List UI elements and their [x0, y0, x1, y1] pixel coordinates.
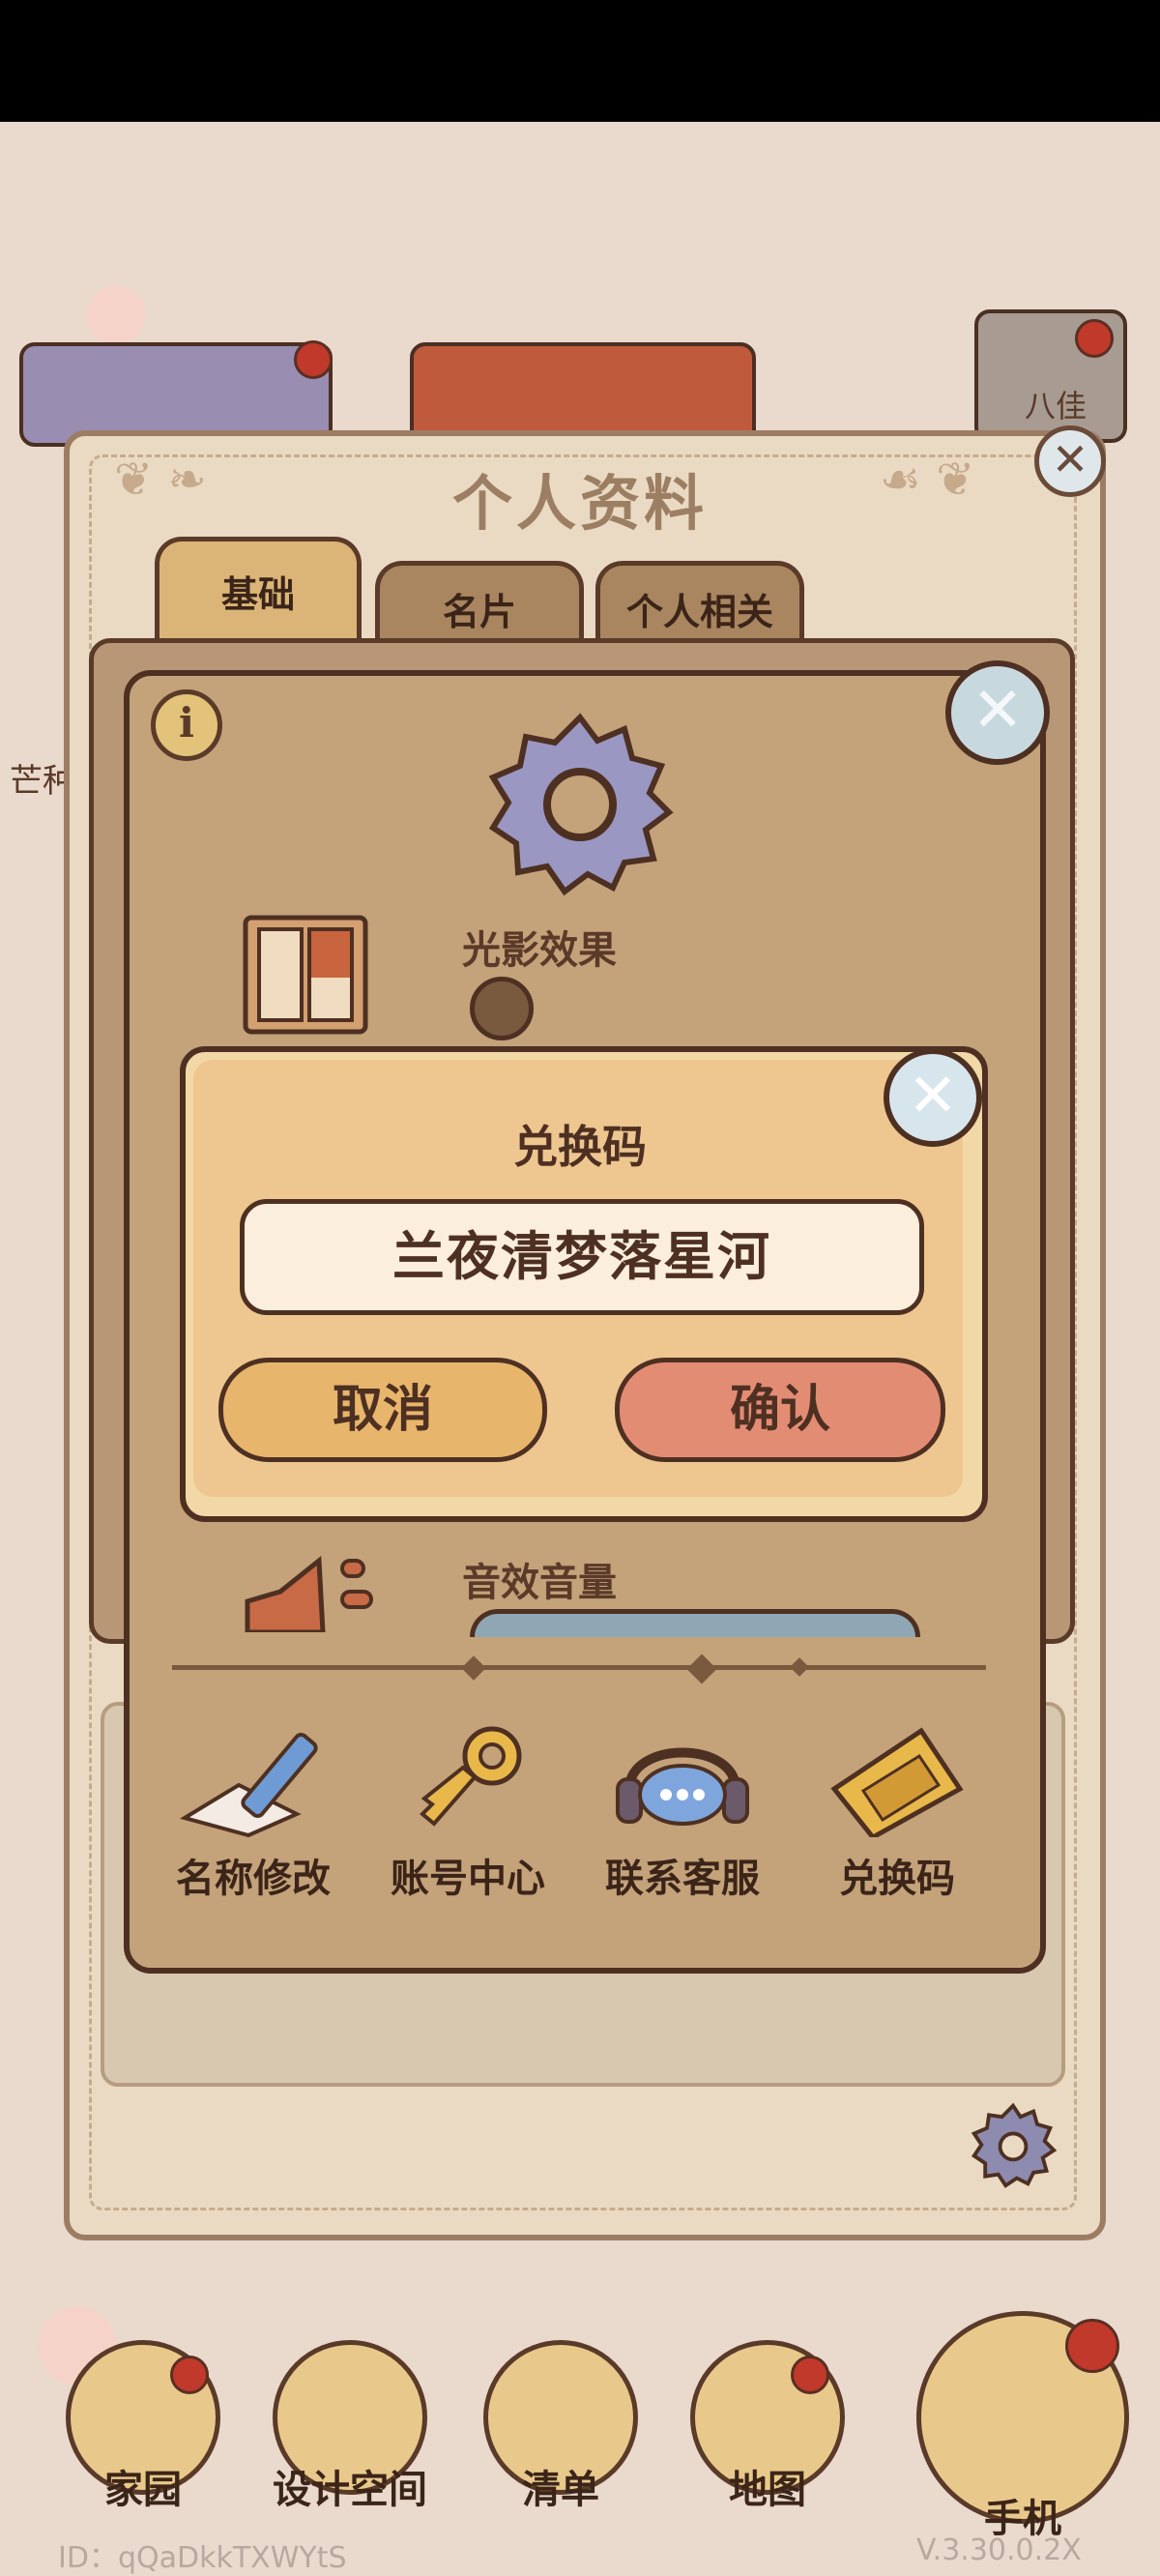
- sfx-volume-label: 音效音量: [462, 1561, 617, 1605]
- settings-shortcut-icon[interactable]: [967, 2098, 1059, 2195]
- nav-label: 地图: [729, 2468, 806, 2512]
- confirm-button[interactable]: 确认: [615, 1358, 945, 1462]
- key-icon: [420, 1726, 522, 1827]
- tab-label: 个人相关: [625, 591, 773, 633]
- user-id-text: ID：qQaDkkTXWYtS: [58, 2541, 347, 2575]
- notification-dot: [1065, 2319, 1119, 2373]
- nav-label: 家园: [104, 2468, 182, 2512]
- lighting-effect-label: 光影效果: [462, 928, 617, 973]
- tab-basic[interactable]: 基础: [155, 537, 362, 648]
- nav-design-space[interactable]: 设计空间: [273, 2340, 427, 2514]
- cancel-button[interactable]: 取消: [218, 1358, 547, 1462]
- sound-speaker-icon: [242, 1553, 377, 1636]
- pencil-paper-icon: [179, 1732, 318, 1838]
- action-label: 兑换码: [839, 1857, 955, 1901]
- window-shutter-icon: [242, 914, 369, 1039]
- headset-chat-icon: [616, 1747, 749, 1826]
- tab-label: 基础: [220, 573, 295, 616]
- nav-label: 清单: [522, 2468, 599, 2512]
- notification-dot: [1075, 319, 1114, 358]
- customer-service-button[interactable]: 联系客服: [586, 1721, 779, 1903]
- hud-label-right: 八佳: [1025, 388, 1088, 424]
- settings-close-icon[interactable]: ✕: [945, 660, 1050, 765]
- action-label: 名称修改: [176, 1857, 331, 1901]
- dialog-title: 兑换码: [513, 1121, 647, 1173]
- title-ornament-left: ❦ ❧: [114, 453, 207, 507]
- info-icon[interactable]: i: [151, 689, 222, 761]
- sfx-volume-slider[interactable]: [470, 1609, 920, 1637]
- lighting-effect-toggle[interactable]: [470, 977, 534, 1040]
- version-text: V.3.30.0.2X: [916, 2533, 1082, 2567]
- nav-list[interactable]: 清单: [483, 2340, 638, 2514]
- notification-dot: [294, 340, 333, 379]
- nav-label: 设计空间: [273, 2468, 427, 2512]
- action-label: 账号中心: [391, 1857, 545, 1901]
- settings-gear-icon: [483, 706, 677, 903]
- notification-dot: [791, 2356, 829, 2394]
- status-bar: [0, 0, 1160, 122]
- panel-title: 个人资料: [451, 468, 708, 539]
- panel-close-icon[interactable]: ✕: [1034, 425, 1106, 497]
- notification-dot: [170, 2356, 209, 2394]
- redeem-code-button[interactable]: 兑换码: [800, 1721, 994, 1903]
- dialog-close-icon[interactable]: ✕: [884, 1048, 982, 1147]
- rename-button[interactable]: 名称修改: [157, 1721, 350, 1903]
- redeem-code-input[interactable]: 兰夜清梦落星河: [240, 1199, 924, 1315]
- title-ornament-right: ☙ ❦: [880, 453, 975, 507]
- ticket-icon: [830, 1727, 964, 1841]
- action-label: 联系客服: [605, 1857, 760, 1901]
- tab-label: 名片: [442, 591, 516, 633]
- account-center-button[interactable]: 账号中心: [371, 1721, 565, 1903]
- settings-divider: [172, 1665, 986, 1670]
